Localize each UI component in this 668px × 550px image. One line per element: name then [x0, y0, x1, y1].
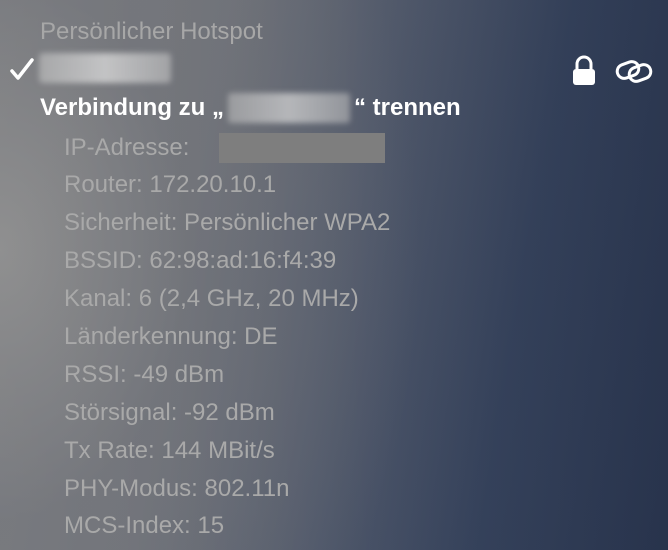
network-name-redacted [39, 53, 171, 83]
checkmark-icon [10, 58, 34, 80]
noise-info: Störsignal: -92 dBm [64, 399, 275, 426]
rssi-info: RSSI: -49 dBm [64, 361, 225, 388]
disconnect-network-name-redacted [228, 93, 350, 123]
channel-info: Kanal: 6 (2,4 GHz, 20 MHz) [64, 285, 359, 312]
ip-address-label: IP-Adresse: [64, 134, 190, 161]
disconnect-prefix: Verbindung zu „ [40, 94, 224, 121]
ip-address-redacted [219, 133, 385, 163]
disconnect-suffix: “ trennen [354, 94, 461, 121]
country-code-info: Länderkennung: DE [64, 323, 278, 350]
mcs-index-info: MCS-Index: 15 [64, 512, 225, 539]
tx-rate-info: Tx Rate: 144 MBit/s [64, 437, 275, 464]
lock-icon [573, 55, 595, 85]
bssid-info: BSSID: 62:98:ad:16:f4:39 [64, 247, 337, 274]
section-header: Persönlicher Hotspot [40, 18, 263, 45]
disconnect-menu-item[interactable]: Verbindung zu „ “ trennen [40, 93, 461, 123]
phy-mode-info: PHY-Modus: 802.11n [64, 475, 290, 502]
security-info: Sicherheit: Persönlicher WPA2 [64, 209, 391, 236]
router-info: Router: 172.20.10.1 [64, 171, 277, 198]
personal-hotspot-link-icon [615, 60, 653, 83]
